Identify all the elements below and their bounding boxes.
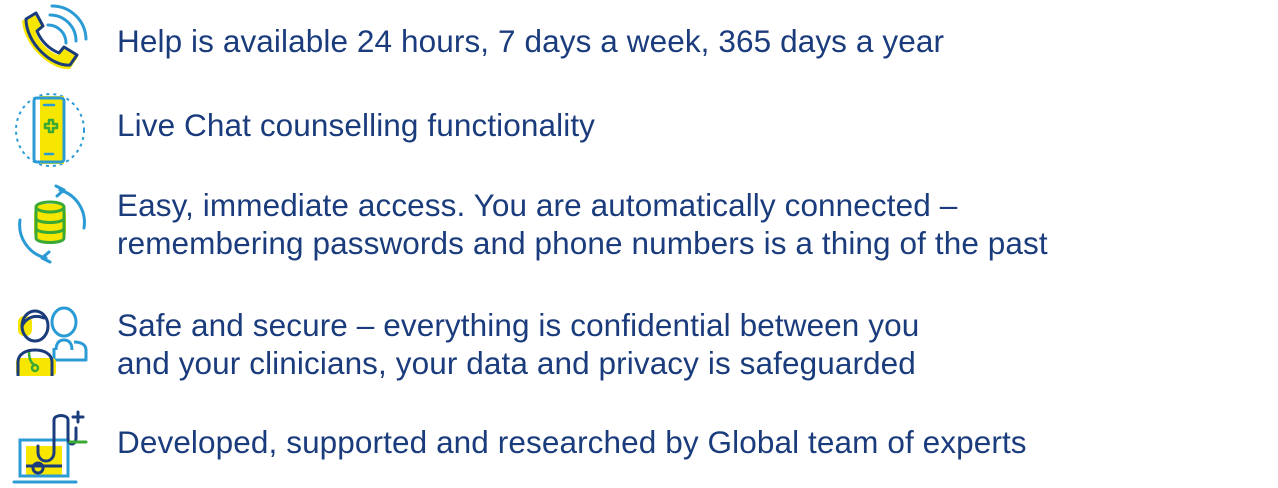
phone-icon: [12, 3, 94, 85]
feature-text: Live Chat counselling functionality: [117, 106, 1267, 144]
database-sync-icon: [12, 182, 94, 264]
feature-text: Easy, immediate access. You are automati…: [117, 186, 1267, 262]
feature-text: Developed, supported and researched by G…: [117, 423, 1267, 461]
feature-line: and your clinicians, your data and priva…: [117, 345, 916, 381]
feature-text: Help is available 24 hours, 7 days a wee…: [117, 22, 1267, 60]
feature-line: Help is available 24 hours, 7 days a wee…: [117, 23, 945, 59]
mobile-chat-icon: [12, 88, 94, 170]
feature-line: Live Chat counselling functionality: [117, 107, 596, 143]
users-icon: [12, 300, 94, 382]
feature-line: Safe and secure – everything is confiden…: [117, 307, 920, 343]
laptop-stethoscope-icon: [12, 406, 94, 488]
feature-line: remembering passwords and phone numbers …: [117, 225, 1048, 261]
feature-line: Developed, supported and researched by G…: [117, 424, 1027, 460]
feature-line: Easy, immediate access. You are automati…: [117, 187, 958, 223]
feature-text: Safe and secure – everything is confiden…: [117, 306, 1267, 382]
feature-list: Help is available 24 hours, 7 days a wee…: [0, 0, 1278, 486]
